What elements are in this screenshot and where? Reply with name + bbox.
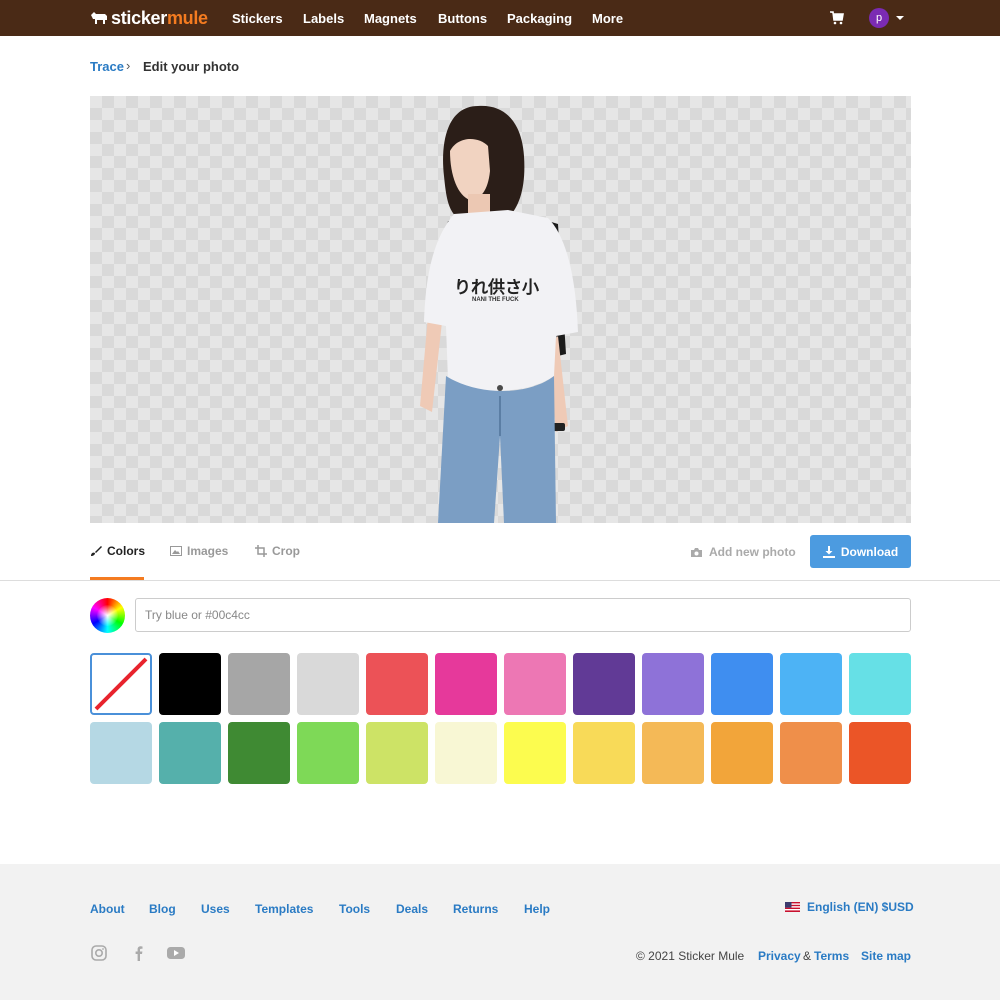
tab-colors-label: Colors xyxy=(107,544,146,558)
download-icon xyxy=(822,545,835,558)
no-color-slash-icon xyxy=(94,657,148,711)
color-swatch[interactable] xyxy=(504,653,566,715)
footer xyxy=(0,864,1000,1000)
footer-link-tools[interactable]: Tools xyxy=(339,902,370,916)
color-swatch[interactable] xyxy=(159,722,221,784)
us-flag-icon xyxy=(785,902,800,912)
mule-icon xyxy=(91,12,107,24)
color-swatch[interactable] xyxy=(504,722,566,784)
photo-canvas[interactable]: りれ供さ小 NANI THE FUCK xyxy=(90,96,911,523)
breadcrumb-link-trace[interactable]: Trace xyxy=(90,59,124,74)
color-wheel-icon[interactable] xyxy=(90,598,125,633)
footer-link-privacy[interactable]: Privacy xyxy=(758,949,801,963)
shirt-print-text: りれ供さ小 xyxy=(454,277,539,298)
footer-link-returns[interactable]: Returns xyxy=(453,902,498,916)
logo-word-sticker: sticker xyxy=(111,7,167,28)
tab-images-label: Images xyxy=(187,544,229,558)
facebook-icon[interactable] xyxy=(130,945,148,961)
tab-crop-label: Crop xyxy=(272,544,300,558)
footer-link-blog[interactable]: Blog xyxy=(149,902,176,916)
color-swatch[interactable] xyxy=(642,722,704,784)
youtube-icon[interactable] xyxy=(166,945,186,961)
add-new-photo-label: Add new photo xyxy=(709,545,796,559)
color-swatch[interactable] xyxy=(711,653,773,715)
color-swatch[interactable] xyxy=(435,722,497,784)
color-swatch[interactable] xyxy=(849,722,911,784)
cart-icon[interactable] xyxy=(830,11,844,25)
language-selector[interactable]: English (EN) $USD xyxy=(785,900,914,914)
footer-link-uses[interactable]: Uses xyxy=(201,902,230,916)
breadcrumb-current: Edit your photo xyxy=(143,59,240,74)
color-swatch[interactable] xyxy=(228,653,290,715)
footer-link-about[interactable]: About xyxy=(90,902,125,916)
camera-icon xyxy=(691,547,702,557)
nav-item-stickers[interactable]: Stickers xyxy=(232,11,283,26)
download-label: Download xyxy=(840,544,899,559)
tab-images[interactable]: Images xyxy=(170,544,228,558)
footer-link-terms[interactable]: Terms xyxy=(814,949,849,963)
color-swatch[interactable] xyxy=(366,722,428,784)
color-swatch[interactable] xyxy=(573,653,635,715)
tab-colors[interactable]: Colors xyxy=(90,544,145,558)
image-icon xyxy=(170,546,182,556)
nav-item-buttons[interactable]: Buttons xyxy=(438,11,487,26)
color-swatch[interactable] xyxy=(435,653,497,715)
footer-link-templates[interactable]: Templates xyxy=(255,902,313,916)
stickermule-logo[interactable]: sticker mule xyxy=(90,8,208,28)
color-swatch[interactable] xyxy=(297,722,359,784)
footer-link-sitemap[interactable]: Site map xyxy=(861,949,911,963)
chevron-down-icon[interactable] xyxy=(896,16,904,20)
nav-item-labels[interactable]: Labels xyxy=(303,11,344,26)
top-navigation-bar: sticker mule Stickers Labels Magnets Butt… xyxy=(0,0,1000,36)
chevron-right-icon: › xyxy=(126,58,131,73)
nav-item-magnets[interactable]: Magnets xyxy=(364,11,417,26)
color-swatch[interactable] xyxy=(849,653,911,715)
color-swatch[interactable] xyxy=(159,653,221,715)
download-button[interactable]: Download xyxy=(810,535,911,568)
logo-word-mule: mule xyxy=(166,7,208,28)
copyright-text: © 2021 Sticker Mule xyxy=(636,949,745,963)
footer-link-help[interactable]: Help xyxy=(524,902,550,916)
color-swatch[interactable] xyxy=(366,653,428,715)
footer-link-deals[interactable]: Deals xyxy=(396,902,428,916)
instagram-icon[interactable] xyxy=(90,945,108,961)
add-new-photo-button[interactable]: Add new photo xyxy=(690,545,796,559)
color-swatch[interactable] xyxy=(573,722,635,784)
color-swatch[interactable] xyxy=(780,653,842,715)
color-swatch-none[interactable] xyxy=(90,653,152,715)
color-swatch[interactable] xyxy=(780,722,842,784)
color-swatch[interactable] xyxy=(228,722,290,784)
nav-item-packaging[interactable]: Packaging xyxy=(507,11,572,26)
nav-item-more[interactable]: More xyxy=(592,11,623,26)
color-swatch[interactable] xyxy=(90,722,152,784)
photo-subject-image: りれ供さ小 NANI THE FUCK xyxy=(420,105,578,523)
shirt-print-subtext: NANI THE FUCK xyxy=(472,297,519,303)
language-label: English (EN) $USD xyxy=(807,900,914,914)
avatar[interactable]: p xyxy=(869,8,889,28)
color-swatch[interactable] xyxy=(711,722,773,784)
color-swatch[interactable] xyxy=(297,653,359,715)
paintbrush-icon xyxy=(91,546,102,556)
color-swatch[interactable] xyxy=(642,653,704,715)
crop-icon xyxy=(255,545,267,557)
tab-crop[interactable]: Crop xyxy=(255,544,300,558)
section-divider xyxy=(0,580,1000,581)
color-input[interactable] xyxy=(135,598,911,632)
ampersand-text: & xyxy=(803,949,812,963)
